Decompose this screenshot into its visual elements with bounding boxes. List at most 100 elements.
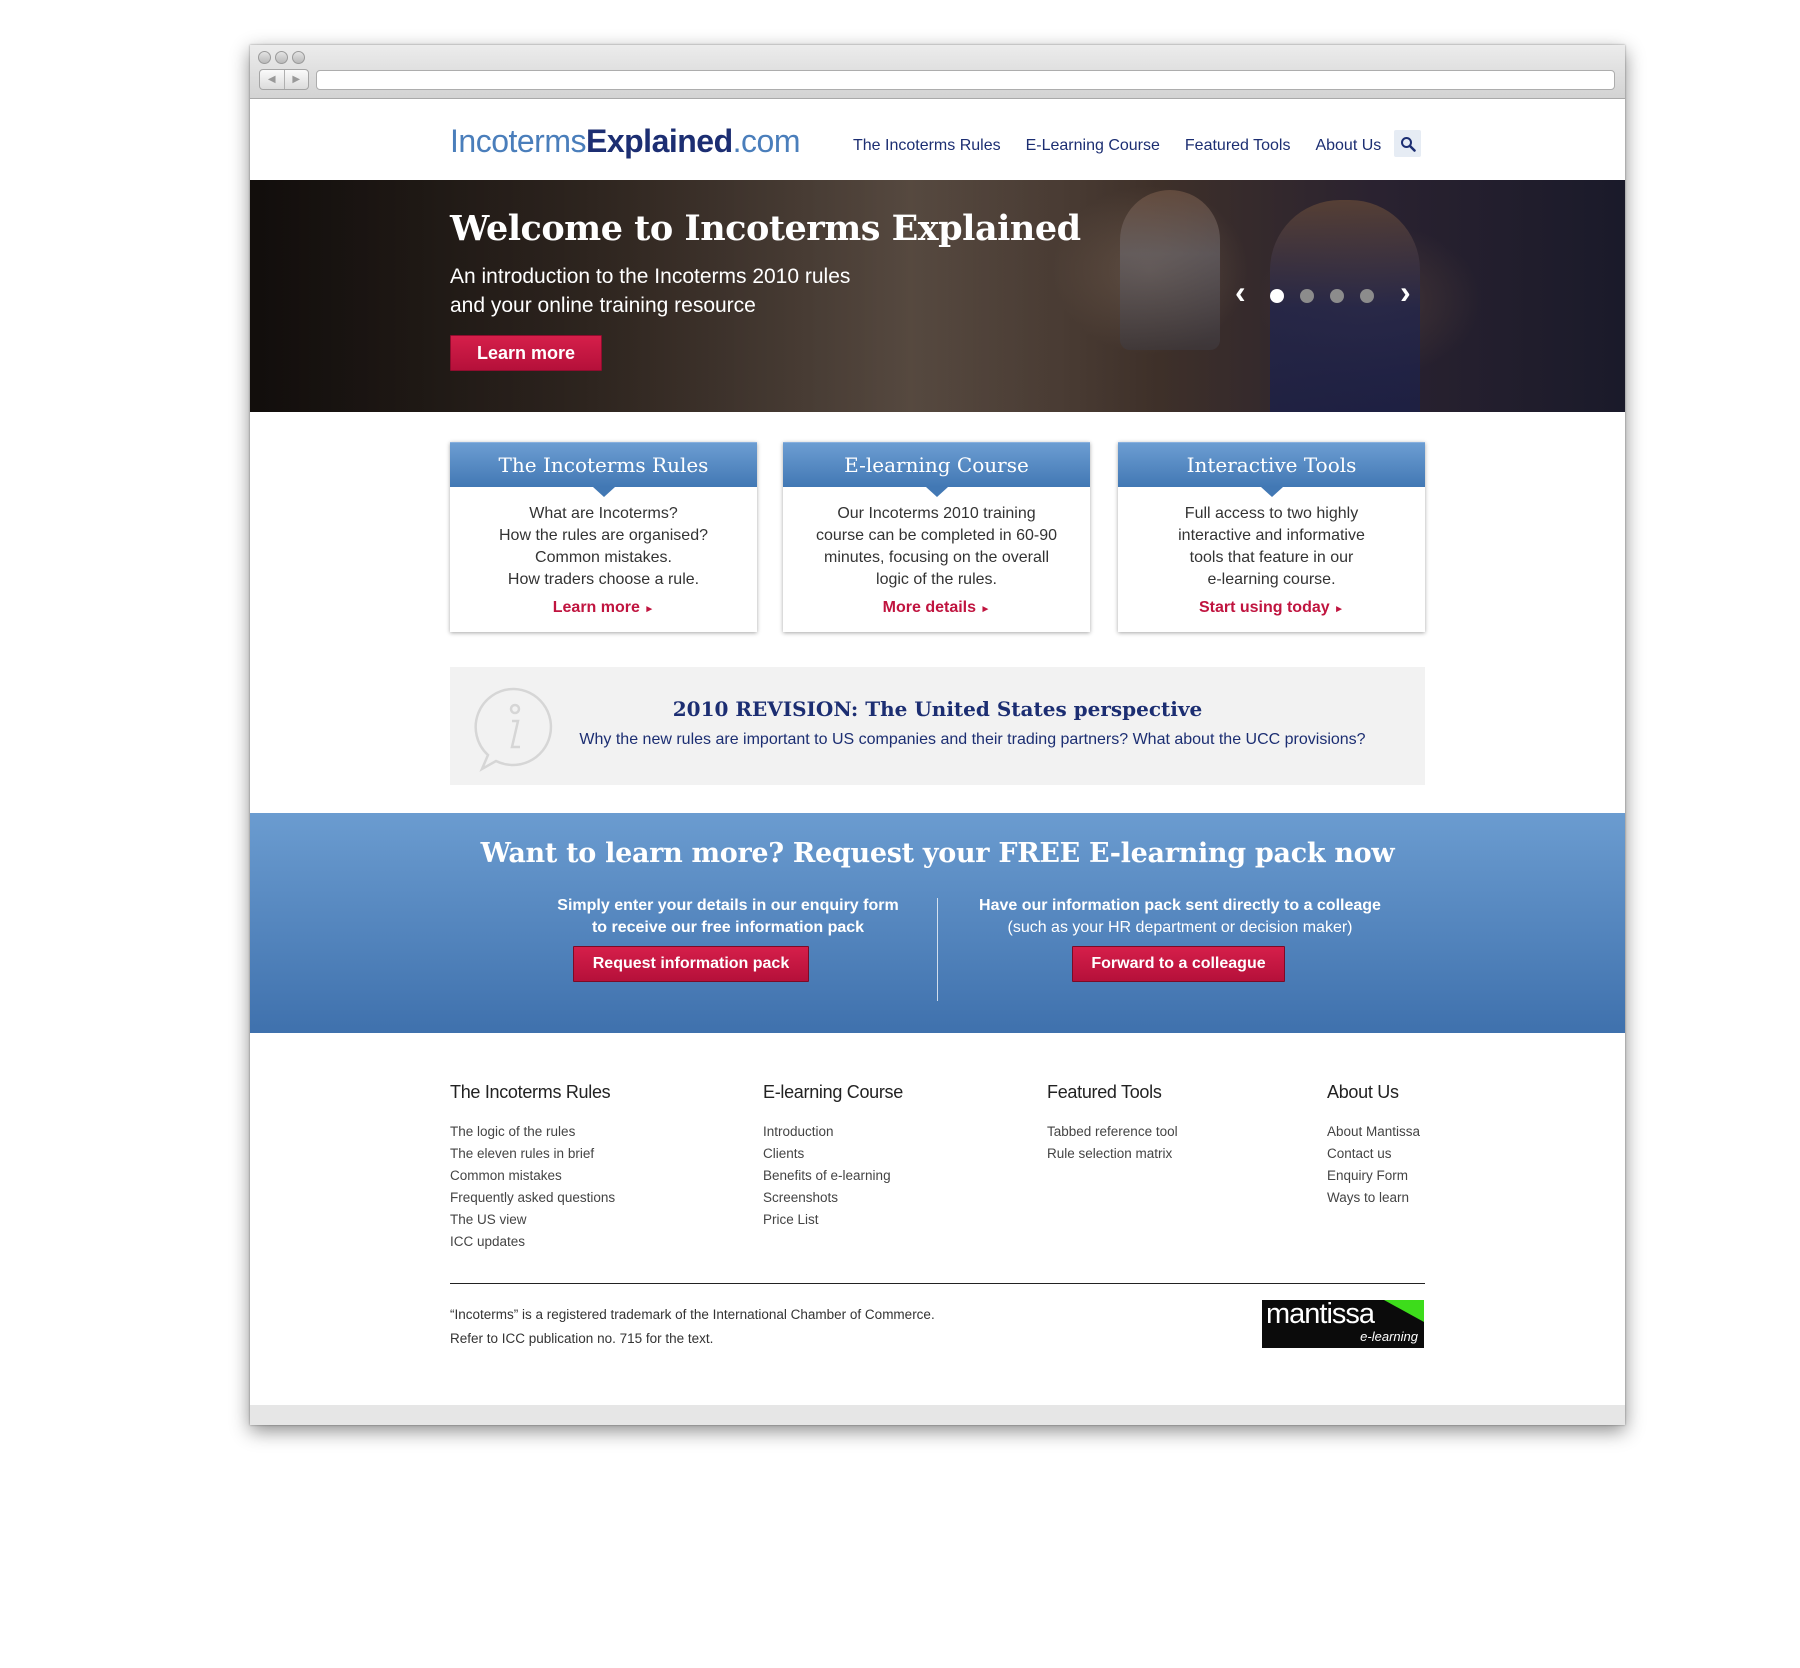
zoom-window-dot[interactable] <box>292 51 305 64</box>
card-title: The Incoterms Rules <box>450 442 757 497</box>
chevron-left-icon[interactable]: ‹ <box>1235 276 1246 308</box>
card-start-using-link[interactable]: Start using today ► <box>1118 599 1425 617</box>
card-link-label: Start using today <box>1198 599 1330 616</box>
footer-link[interactable]: The US view <box>450 1209 615 1231</box>
icc-reference-notice: Refer to ICC publication no. 715 for the… <box>450 1331 714 1346</box>
footer-link[interactable]: About Mantissa <box>1327 1121 1420 1143</box>
back-arrow-icon[interactable]: ◀ <box>260 70 285 89</box>
site-header: IncotermsExplained.com The Incoterms Rul… <box>250 99 1625 180</box>
feature-card-elearning-course: E-learning Course Our Incoterms 2010 tra… <box>783 442 1090 632</box>
feature-card-interactive-tools: Interactive Tools Full access to two hig… <box>1118 442 1425 632</box>
footer-link[interactable]: The logic of the rules <box>450 1121 615 1143</box>
triangle-right-icon: ► <box>1334 604 1345 615</box>
logo-accent-shape <box>1384 1300 1424 1322</box>
search-icon <box>1400 136 1416 152</box>
footer-link[interactable]: ICC updates <box>450 1231 615 1253</box>
footer-link[interactable]: Screenshots <box>763 1187 903 1209</box>
footer-column-featured-tools: Featured Tools Tabbed reference tool Rul… <box>1047 1082 1178 1165</box>
card-link-label: More details <box>882 599 976 616</box>
slide-dot-2[interactable] <box>1300 289 1314 303</box>
footer-link[interactable]: Tabbed reference tool <box>1047 1121 1178 1143</box>
chevron-right-icon[interactable]: › <box>1400 276 1411 308</box>
band-right-text-1: Have our information pack sent directly … <box>979 897 1381 914</box>
footer-column-title: E-learning Course <box>763 1082 903 1102</box>
footer-link[interactable]: Enquiry Form <box>1327 1165 1420 1187</box>
footer-link[interactable]: Ways to learn <box>1327 1187 1420 1209</box>
logo-wordmark: mantissa <box>1266 1300 1375 1330</box>
mantissa-logo[interactable]: mantissa e-learning <box>1262 1300 1424 1348</box>
hero-banner: Welcome to Incoterms Explained An introd… <box>250 180 1625 412</box>
footer-divider <box>450 1283 1425 1284</box>
us-perspective-callout[interactable]: 2010 REVISION: The United States perspec… <box>450 667 1425 785</box>
forward-to-colleague-button[interactable]: Forward to a colleague <box>1072 946 1285 982</box>
band-left-text-1: Simply enter your details in our enquiry… <box>557 897 899 914</box>
slide-dot-4[interactable] <box>1360 289 1374 303</box>
logo-part-domain: .com <box>732 123 801 159</box>
nav-featured-tools[interactable]: Featured Tools <box>1185 137 1291 155</box>
card-body: What are Incoterms? How the rules are or… <box>450 487 757 591</box>
hero-learn-more-button[interactable]: Learn more <box>450 335 602 371</box>
card-title: Interactive Tools <box>1118 442 1425 497</box>
card-body: Our Incoterms 2010 training course can b… <box>783 487 1090 591</box>
footer-link[interactable]: Common mistakes <box>450 1165 615 1187</box>
history-buttons: ◀ ▶ <box>259 69 309 90</box>
band-left-text-2: to receive our free information pack <box>591 919 865 936</box>
band-right-column: Have our information pack sent directly … <box>970 895 1390 939</box>
callout-title: 2010 REVISION: The United States perspec… <box>672 697 1203 721</box>
search-button[interactable] <box>1394 130 1421 157</box>
footer-column-elearning-course: E-learning Course Introduction Clients B… <box>763 1082 903 1231</box>
hero-slider-controls: ‹ › <box>1235 276 1435 310</box>
nav-about-us[interactable]: About Us <box>1315 137 1381 155</box>
callout-text: Why the new rules are important to US co… <box>579 731 1366 748</box>
card-line: Common mistakes. <box>535 549 672 566</box>
nav-incoterms-rules[interactable]: The Incoterms Rules <box>853 137 1001 155</box>
hero-title: Welcome to Incoterms Explained <box>450 208 1081 249</box>
footer-link[interactable]: Rule selection matrix <box>1047 1143 1178 1165</box>
footer-column-incoterms-rules: The Incoterms Rules The logic of the rul… <box>450 1082 615 1253</box>
card-line: e-learning course. <box>1207 571 1336 588</box>
band-divider <box>937 898 938 1001</box>
card-line: What are Incoterms? <box>529 505 678 522</box>
slide-dot-1[interactable] <box>1270 289 1284 303</box>
card-title: E-learning Course <box>783 442 1090 497</box>
card-line: minutes, focusing on the overall <box>823 549 1049 566</box>
footer-link[interactable]: Price List <box>763 1209 903 1231</box>
card-line: interactive and informative <box>1178 527 1365 544</box>
footer-link[interactable]: Clients <box>763 1143 903 1165</box>
browser-bottom-strip <box>250 1405 1625 1425</box>
footer-link[interactable]: Frequently asked questions <box>450 1187 615 1209</box>
legal-notice: “Incoterms” is a registered trademark of… <box>450 1303 935 1351</box>
logo-part-incoterms: Incoterms <box>450 123 586 159</box>
card-line: How the rules are organised? <box>498 527 708 544</box>
card-learn-more-link[interactable]: Learn more ► <box>450 599 757 617</box>
close-window-dot[interactable] <box>258 51 271 64</box>
elearning-pack-band: Want to learn more? Request your FREE E-… <box>250 813 1625 1033</box>
footer-column-title: Featured Tools <box>1047 1082 1162 1102</box>
logo-tagline: e-learning <box>1360 1329 1418 1344</box>
triangle-right-icon: ► <box>980 604 991 615</box>
card-more-details-link[interactable]: More details ► <box>783 599 1090 617</box>
hero-subtitle-line-2: and your online training resource <box>450 294 756 317</box>
trademark-notice: “Incoterms” is a registered trademark of… <box>450 1307 935 1322</box>
footer-column-title: The Incoterms Rules <box>450 1082 611 1102</box>
feature-card-incoterms-rules: The Incoterms Rules What are Incoterms? … <box>450 442 757 632</box>
slide-dot-3[interactable] <box>1330 289 1344 303</box>
footer-link[interactable]: Contact us <box>1327 1143 1420 1165</box>
request-information-pack-button[interactable]: Request information pack <box>573 946 809 982</box>
card-line: tools that feature in our <box>1189 549 1354 566</box>
nav-elearning-course[interactable]: E-Learning Course <box>1026 137 1160 155</box>
card-line: logic of the rules. <box>876 571 997 588</box>
footer-link[interactable]: Benefits of e-learning <box>763 1165 903 1187</box>
card-line: course can be completed in 60-90 <box>815 527 1058 544</box>
minimize-window-dot[interactable] <box>275 51 288 64</box>
card-line: Our Incoterms 2010 training <box>837 505 1036 522</box>
site-logo[interactable]: IncotermsExplained.com <box>450 123 800 160</box>
footer-link[interactable]: Introduction <box>763 1121 903 1143</box>
main-nav: The Incoterms Rules E-Learning Course Fe… <box>853 137 1406 155</box>
footer-column-title: About Us <box>1327 1082 1399 1102</box>
card-line: How traders choose a rule. <box>507 571 700 588</box>
footer-link[interactable]: The eleven rules in brief <box>450 1143 615 1165</box>
card-body: Full access to two highly interactive an… <box>1118 487 1425 591</box>
forward-arrow-icon[interactable]: ▶ <box>285 70 309 89</box>
address-bar[interactable] <box>316 70 1615 90</box>
